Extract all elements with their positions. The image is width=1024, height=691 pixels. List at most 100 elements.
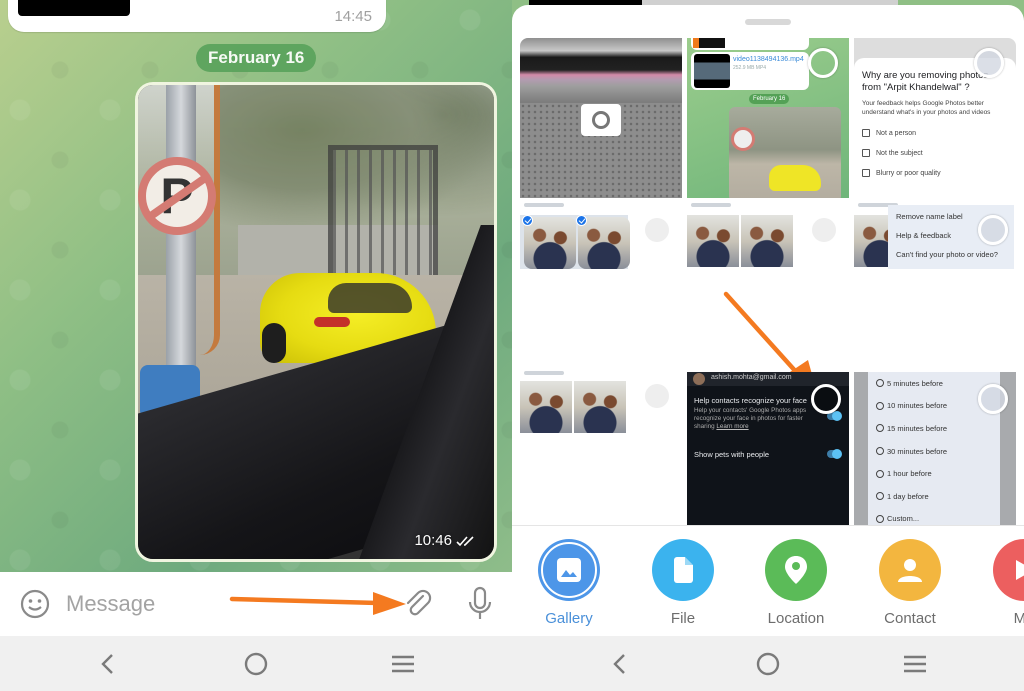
select-circle[interactable] — [974, 48, 1004, 78]
date-separator: February 16 — [196, 44, 317, 72]
recents-icon[interactable] — [901, 650, 929, 678]
select-circle[interactable] — [811, 384, 841, 414]
thumb-face-photo — [574, 381, 626, 433]
radio-icon — [876, 514, 884, 523]
gallery-icon — [538, 539, 600, 601]
car-taillight — [314, 317, 350, 327]
radio-icon — [876, 424, 884, 433]
thumb-sign — [731, 127, 755, 151]
select-circle[interactable] — [645, 218, 669, 242]
file-icon — [652, 539, 714, 601]
thumb-face-photo — [741, 215, 793, 267]
car-wheel — [262, 323, 286, 363]
checkbox-icon — [862, 129, 870, 137]
reminder-option: 30 minutes before — [876, 440, 1000, 463]
attach-gallery-button[interactable]: Gallery — [519, 539, 619, 627]
thumb-face-photo — [524, 217, 576, 269]
back-icon[interactable] — [94, 650, 122, 678]
thumb-video-bubble: video1138494136.mp4 252.9 MB MP4 — [691, 52, 809, 90]
gallery-tile-4[interactable] — [520, 200, 682, 370]
thumb-file-size: 252.9 MB MP4 — [733, 65, 767, 71]
dialog-subtitle: Your feedback helps Google Photos better… — [862, 100, 991, 116]
attach-music-button[interactable]: Mu — [974, 539, 1024, 627]
home-icon[interactable] — [242, 650, 270, 678]
select-circle[interactable] — [645, 384, 669, 408]
recents-icon[interactable] — [389, 650, 417, 678]
photo-gate — [328, 145, 438, 275]
select-circle[interactable] — [812, 218, 836, 242]
thumb-date-label — [524, 371, 564, 375]
thumb-car — [769, 165, 821, 191]
thumb-face-photo — [520, 381, 572, 433]
attach-contact-button[interactable]: Contact — [860, 539, 960, 627]
checkbox-icon — [862, 169, 870, 177]
annotation-arrow — [229, 592, 406, 615]
back-icon[interactable] — [606, 650, 634, 678]
music-icon — [993, 539, 1024, 601]
select-circle[interactable] — [978, 215, 1008, 245]
reminder-option: 15 minutes before — [876, 417, 1000, 440]
thumb-face-photo — [687, 215, 739, 267]
gallery-tile-8[interactable]: ashish.mohta@gmail.com Help contacts rec… — [687, 372, 849, 527]
thumb-bubble — [691, 38, 809, 50]
setting-title: Help contacts recognize your face — [694, 396, 807, 405]
system-navbar — [0, 636, 512, 691]
sheet-drag-handle[interactable] — [745, 19, 791, 25]
thumb-date-label — [524, 203, 564, 207]
camera-icon[interactable] — [581, 104, 621, 136]
gallery-tile-2[interactable]: video1138494136.mp4 252.9 MB MP4 Februar… — [687, 38, 849, 198]
menu-item: Can't find your photo or video? — [896, 250, 998, 259]
select-circle[interactable] — [978, 384, 1008, 414]
radio-icon — [876, 492, 884, 501]
car-window — [328, 283, 412, 313]
redacted-content — [18, 0, 130, 16]
check-icon — [576, 215, 587, 226]
gallery-tile-7[interactable] — [520, 370, 682, 450]
system-navbar — [512, 636, 1024, 691]
attach-label: Gallery — [545, 610, 593, 627]
previous-message-bubble[interactable]: 14:45 — [8, 0, 386, 32]
attach-screen: video1138494136.mp4 252.9 MB MP4 Februar… — [512, 0, 1024, 691]
pets-setting-label: Show pets with people — [694, 450, 770, 459]
attach-menu: Gallery File Location Contact Mu — [512, 526, 1024, 636]
thumb-date-chip: February 16 — [749, 94, 790, 104]
radio-icon — [876, 401, 884, 410]
thumb-date-label — [691, 203, 731, 207]
attach-label: Mu — [1013, 610, 1024, 627]
microphone-icon[interactable] — [466, 586, 494, 622]
gallery-tile-camera[interactable] — [520, 38, 682, 198]
dialog-option: Blurry or poor quality — [862, 169, 1008, 177]
attach-location-button[interactable]: Location — [746, 539, 846, 627]
thumb-video-preview — [694, 54, 730, 88]
thumb-feedback-dialog: Why are you removing photos from "Arpit … — [854, 58, 1016, 198]
home-icon[interactable] — [754, 650, 782, 678]
attach-label: File — [670, 610, 696, 627]
checkbox-icon — [862, 149, 870, 157]
contact-icon — [879, 539, 941, 601]
message-time: 14:45 — [334, 8, 372, 25]
location-pin-icon — [765, 539, 827, 601]
attach-file-button[interactable]: File — [633, 539, 733, 627]
attach-label: Location — [767, 610, 825, 627]
reminder-option: 1 hour before — [876, 462, 1000, 485]
thumb-photo — [729, 107, 841, 198]
double-check-icon — [456, 535, 474, 546]
attach-label: Contact — [884, 610, 936, 627]
photo-message[interactable]: P 10:46 — [135, 82, 497, 562]
thumb-file-name: video1138494136.mp4 — [733, 56, 804, 63]
radio-icon — [876, 447, 884, 456]
setting-description: Help your contacts' Google Photos apps r… — [694, 407, 807, 430]
radio-icon — [876, 379, 884, 388]
thumb-face-photo — [578, 217, 630, 269]
chat-screen: 14:45 February 16 P 10:46 — [0, 0, 512, 691]
photo-time-meta: 10:46 — [414, 532, 478, 549]
emoji-icon[interactable] — [20, 589, 50, 619]
dialog-option: Not a person — [862, 129, 1008, 137]
gallery-tile-3[interactable]: Why are you removing photos from "Arpit … — [854, 38, 1016, 198]
no-parking-sign: P — [138, 157, 216, 235]
check-icon — [522, 215, 533, 226]
avatar — [693, 373, 705, 385]
radio-icon — [876, 469, 884, 478]
select-circle[interactable] — [808, 48, 838, 78]
gallery-tile-9[interactable]: 5 minutes before 10 minutes before 15 mi… — [854, 372, 1016, 527]
